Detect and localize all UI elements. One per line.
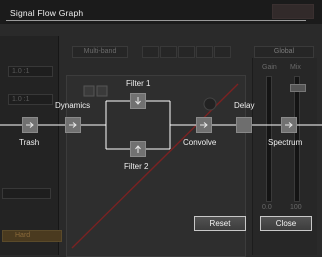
arrow-right-icon: [285, 122, 293, 128]
reset-button[interactable]: Reset: [194, 216, 246, 231]
delay-label: Delay: [234, 101, 255, 110]
trash-label: Trash: [19, 138, 40, 147]
arrow-right-icon: [200, 122, 208, 128]
arrow-right-icon: [26, 122, 34, 128]
dynamics-node[interactable]: [65, 117, 81, 133]
trash-node[interactable]: [22, 117, 38, 133]
arrow-up-icon: [135, 145, 141, 153]
arrow-right-icon: [69, 122, 77, 128]
filter2-node[interactable]: [130, 141, 146, 157]
delay-node[interactable]: [236, 117, 252, 133]
convolve-node[interactable]: [196, 117, 212, 133]
spectrum-node[interactable]: [281, 117, 297, 133]
convolve-label: Convolve: [183, 138, 217, 147]
filter2-label: Filter 2: [124, 162, 149, 171]
spectrum-label: Spectrum: [268, 138, 303, 147]
filter1-label: Filter 1: [126, 79, 151, 88]
arrow-down-icon: [135, 97, 141, 105]
close-button[interactable]: Close: [260, 216, 312, 231]
dynamics-label: Dynamics: [55, 101, 91, 110]
filter1-node[interactable]: [130, 93, 146, 109]
